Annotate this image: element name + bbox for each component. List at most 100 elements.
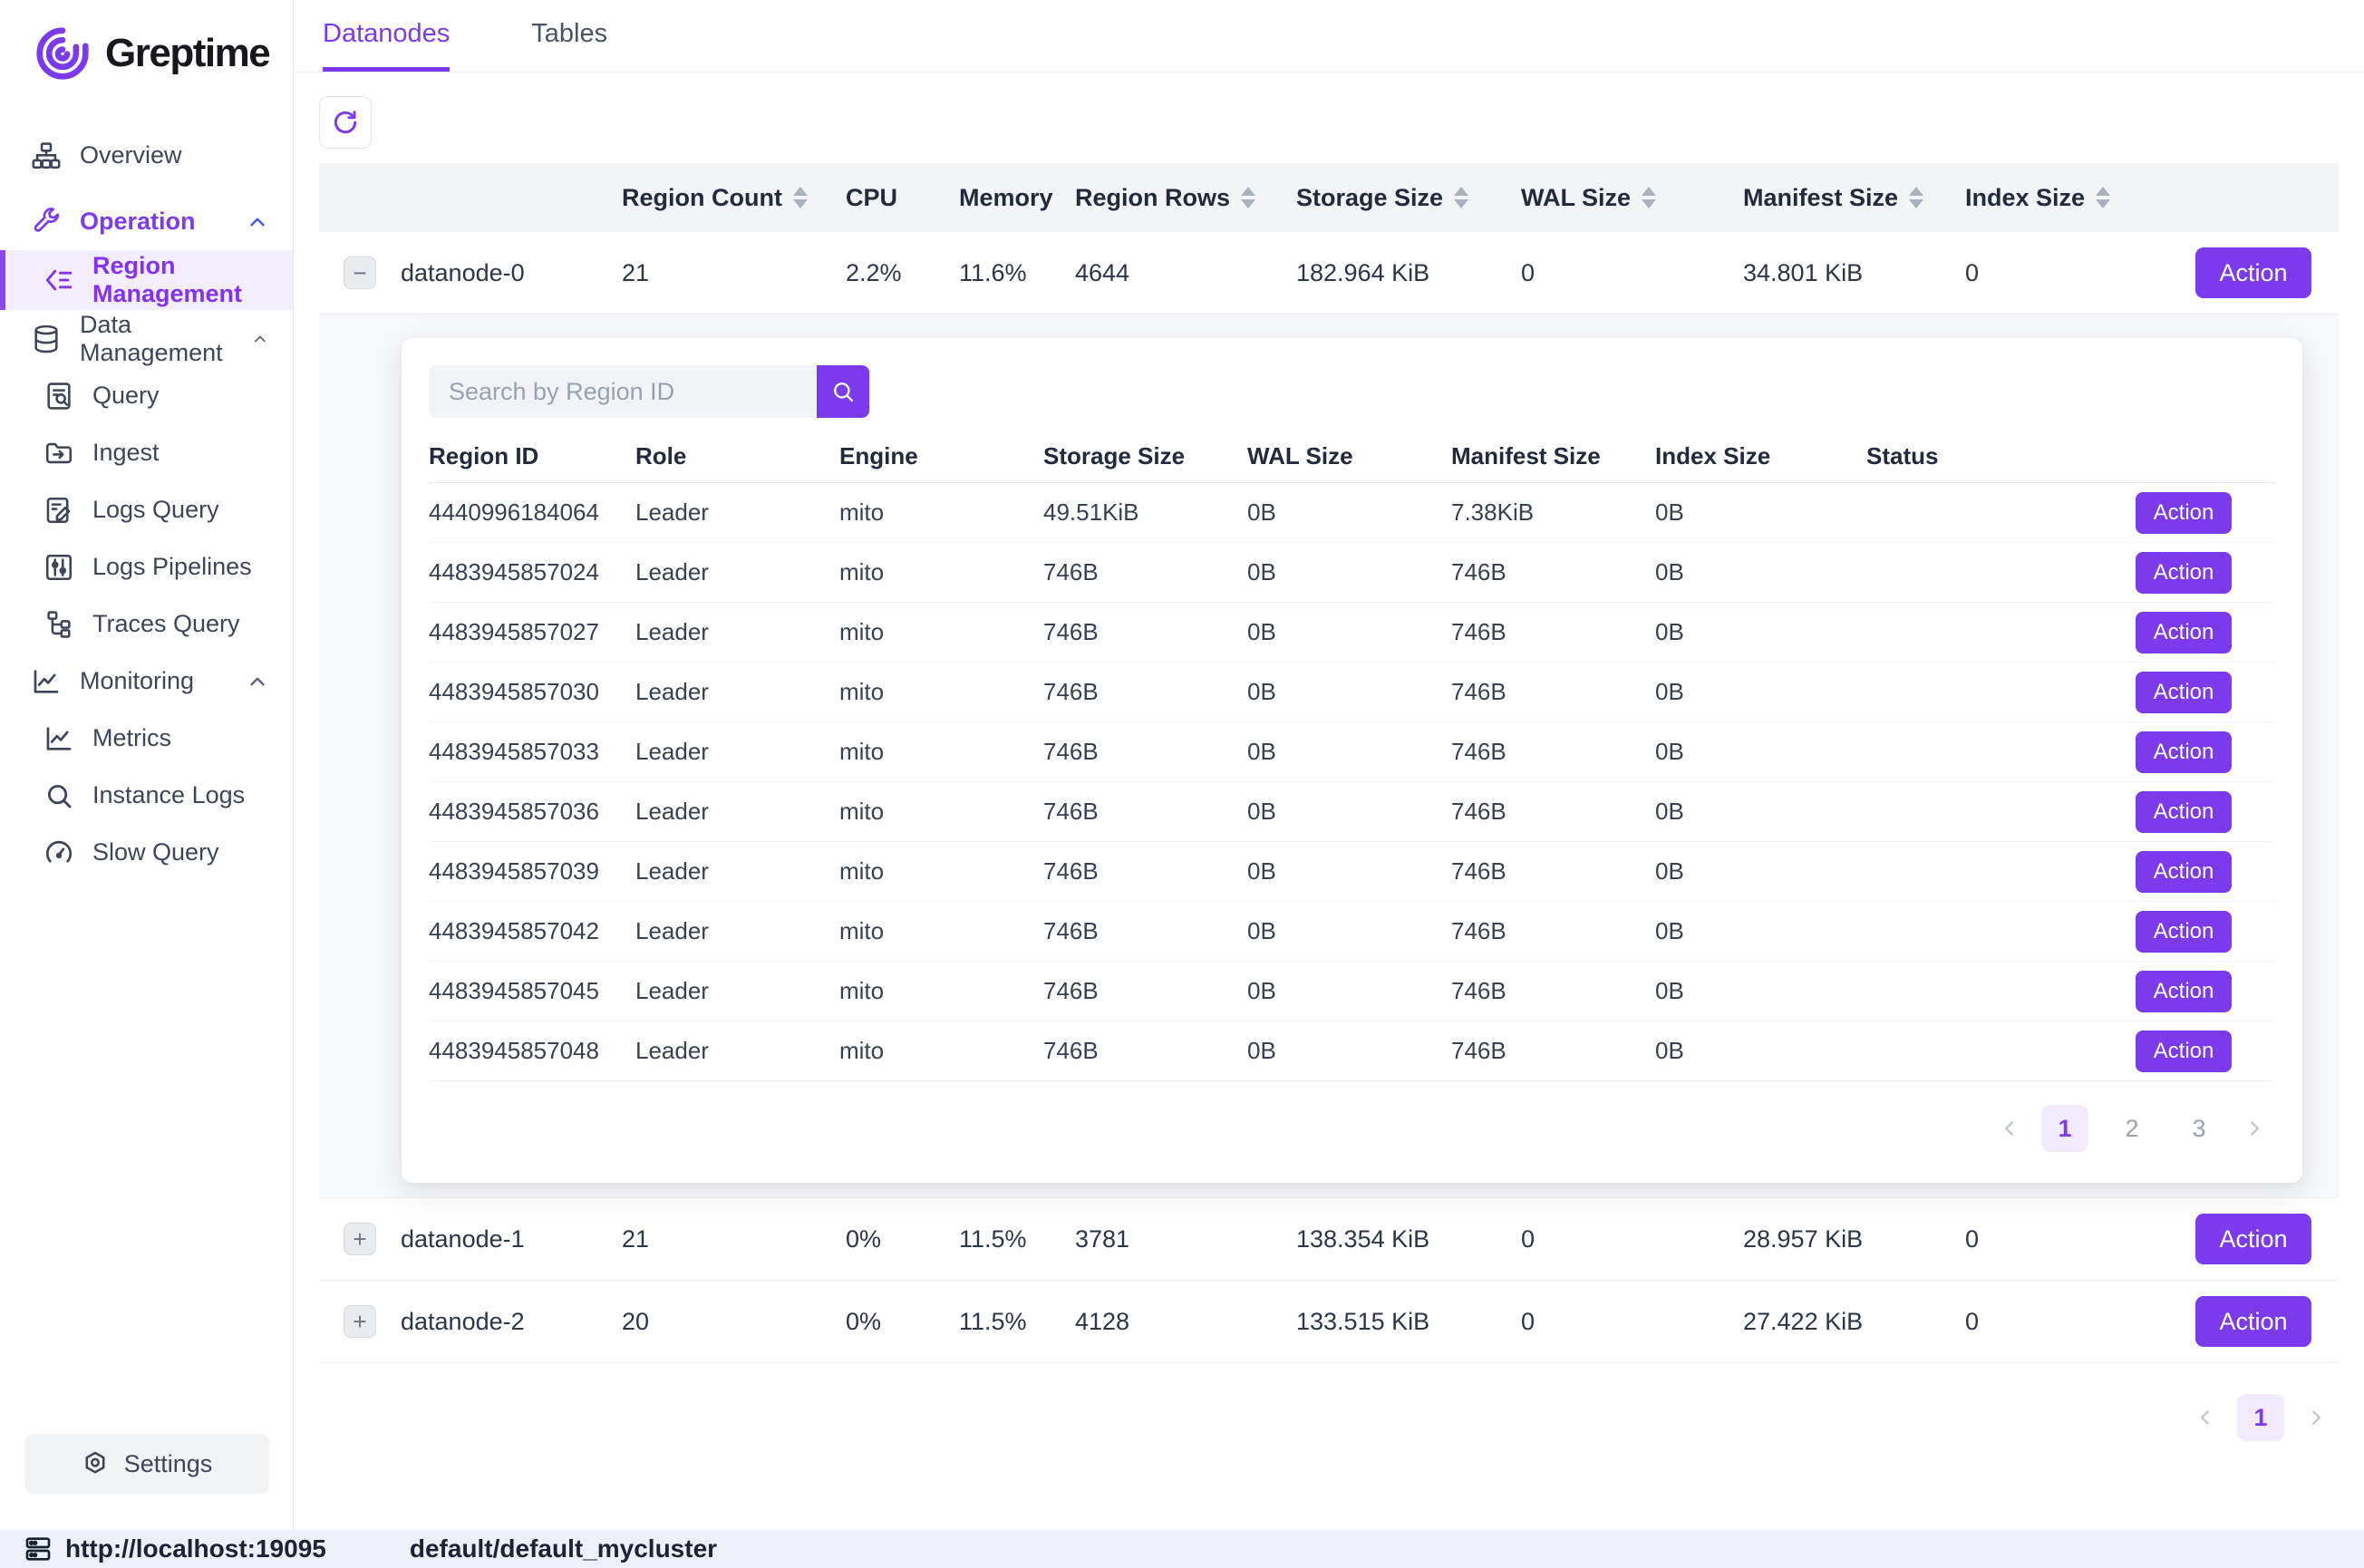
tabs-bar: Datanodes Tables bbox=[294, 0, 2364, 73]
ingest-icon bbox=[44, 438, 74, 469]
sort-icon[interactable] bbox=[1241, 187, 1255, 208]
tab-tables[interactable]: Tables bbox=[531, 0, 607, 72]
region-table-row: 4483945857024 Leader mito 746B 0B 746B 0… bbox=[429, 543, 2275, 603]
sort-icon[interactable] bbox=[1454, 187, 1468, 208]
cell-manifest-size: 746B bbox=[1451, 977, 1655, 1005]
action-button[interactable]: Action bbox=[2195, 1214, 2311, 1264]
cell-index-size: 0B bbox=[1655, 498, 1866, 527]
sidebar-item-region-management[interactable]: Region Management bbox=[0, 250, 293, 310]
expand-row-button[interactable]: + bbox=[344, 1305, 376, 1338]
region-action-button[interactable]: Action bbox=[2136, 612, 2232, 653]
sidebar-item-monitoring[interactable]: Monitoring bbox=[0, 653, 293, 710]
datanode-name: datanode-0 bbox=[401, 259, 622, 287]
datanode-name: datanode-2 bbox=[401, 1308, 622, 1336]
cell-engine: mito bbox=[839, 977, 1043, 1005]
region-action-button[interactable]: Action bbox=[2136, 672, 2232, 713]
cell-region-count: 21 bbox=[622, 259, 846, 287]
action-button[interactable]: Action bbox=[2195, 1296, 2311, 1347]
region-action-button[interactable]: Action bbox=[2136, 911, 2232, 953]
cell-region-id: 4483945857036 bbox=[429, 798, 635, 826]
sidebar-item-instance-logs[interactable]: Instance Logs bbox=[0, 767, 293, 824]
cell-storage-size: 746B bbox=[1043, 917, 1247, 945]
cell-cpu: 0% bbox=[846, 1308, 959, 1336]
col-region-rows: Region Rows bbox=[1075, 184, 1230, 212]
cell-index-size: 0B bbox=[1655, 917, 1866, 945]
query-icon bbox=[44, 381, 74, 411]
gear-icon bbox=[81, 1449, 110, 1478]
page-1[interactable]: 1 bbox=[2041, 1105, 2088, 1152]
sort-icon[interactable] bbox=[1642, 187, 1656, 208]
sidebar-item-label: Metrics bbox=[92, 724, 171, 752]
search-button[interactable] bbox=[817, 365, 869, 418]
sidebar-item-label: Data Management bbox=[80, 311, 233, 367]
sidebar-item-query[interactable]: Query bbox=[0, 367, 293, 424]
region-action-button[interactable]: Action bbox=[2136, 492, 2232, 534]
region-action-button[interactable]: Action bbox=[2136, 791, 2232, 833]
tab-datanodes[interactable]: Datanodes bbox=[323, 0, 450, 72]
sidebar-item-data-management[interactable]: Data Management bbox=[0, 310, 293, 367]
sort-icon[interactable] bbox=[793, 187, 808, 208]
cell-manifest-size: 746B bbox=[1451, 857, 1655, 886]
page-1[interactable]: 1 bbox=[2237, 1394, 2284, 1441]
chevron-up-icon[interactable] bbox=[251, 327, 269, 351]
region-action-button[interactable]: Action bbox=[2136, 851, 2232, 893]
sidebar-item-label: Instance Logs bbox=[92, 781, 245, 809]
sidebar-item-traces-query[interactable]: Traces Query bbox=[0, 595, 293, 653]
prev-page-icon[interactable] bbox=[1998, 1117, 2021, 1140]
sidebar-item-operation[interactable]: Operation bbox=[0, 193, 293, 250]
cell-role: Leader bbox=[635, 917, 839, 945]
cell-engine: mito bbox=[839, 738, 1043, 766]
collapse-row-button[interactable]: − bbox=[344, 256, 376, 289]
metrics-chart-icon bbox=[44, 723, 74, 754]
sidebar-item-logs-pipelines[interactable]: Logs Pipelines bbox=[0, 538, 293, 595]
cell-storage-size: 182.964 KiB bbox=[1296, 259, 1521, 287]
region-action-button[interactable]: Action bbox=[2136, 552, 2232, 594]
region-action-button[interactable]: Action bbox=[2136, 731, 2232, 773]
cell-region-rows: 3781 bbox=[1075, 1225, 1296, 1253]
region-table-row: 4483945857048 Leader mito 746B 0B 746B 0… bbox=[429, 1021, 2275, 1081]
col-status: Status bbox=[1866, 442, 2020, 470]
region-action-button[interactable]: Action bbox=[2136, 1031, 2232, 1072]
action-button[interactable]: Action bbox=[2195, 247, 2311, 298]
cell-region-count: 21 bbox=[622, 1225, 846, 1253]
region-table-row: 4483945857039 Leader mito 746B 0B 746B 0… bbox=[429, 842, 2275, 902]
region-search-input[interactable] bbox=[429, 365, 817, 418]
expand-row-button[interactable]: + bbox=[344, 1223, 376, 1255]
page-3[interactable]: 3 bbox=[2175, 1105, 2223, 1152]
cell-role: Leader bbox=[635, 1037, 839, 1065]
brand: Greptime bbox=[0, 0, 293, 83]
cell-wal-size: 0 bbox=[1521, 1225, 1743, 1253]
sort-icon[interactable] bbox=[2096, 187, 2110, 208]
page-2[interactable]: 2 bbox=[2108, 1105, 2156, 1152]
sort-icon[interactable] bbox=[1909, 187, 1923, 208]
prev-page-icon[interactable] bbox=[2194, 1406, 2217, 1429]
cell-index-size: 0B bbox=[1655, 977, 1866, 1005]
region-card: Region ID Role Engine Storage Size WAL S… bbox=[402, 338, 2302, 1183]
chevron-up-icon[interactable] bbox=[246, 670, 269, 693]
sidebar-item-overview[interactable]: Overview bbox=[0, 127, 293, 184]
cell-engine: mito bbox=[839, 678, 1043, 706]
cell-region-count: 20 bbox=[622, 1308, 846, 1336]
server-url[interactable]: http://localhost:19095 bbox=[65, 1534, 326, 1563]
brand-name: Greptime bbox=[105, 31, 269, 76]
sidebar-item-ingest[interactable]: Ingest bbox=[0, 424, 293, 481]
next-page-icon[interactable] bbox=[2304, 1406, 2328, 1429]
cell-manifest-size: 746B bbox=[1451, 1037, 1655, 1065]
cluster-name[interactable]: default/default_mycluster bbox=[410, 1534, 717, 1563]
col-manifest-size: Manifest Size bbox=[1743, 184, 1898, 212]
sidebar-item-logs-query[interactable]: Logs Query bbox=[0, 481, 293, 538]
sitemap-icon bbox=[31, 140, 62, 171]
chevron-up-icon[interactable] bbox=[246, 210, 269, 234]
cell-region-rows: 4128 bbox=[1075, 1308, 1296, 1336]
sidebar-item-metrics[interactable]: Metrics bbox=[0, 710, 293, 767]
next-page-icon[interactable] bbox=[2243, 1117, 2266, 1140]
status-bar: http://localhost:19095 default/default_m… bbox=[0, 1530, 2364, 1568]
col-memory: Memory bbox=[959, 184, 1053, 212]
sidebar-item-label: Ingest bbox=[92, 439, 160, 467]
refresh-button[interactable] bbox=[319, 96, 372, 149]
region-table-row: 4483945857045 Leader mito 746B 0B 746B 0… bbox=[429, 962, 2275, 1021]
region-action-button[interactable]: Action bbox=[2136, 971, 2232, 1012]
settings-button[interactable]: Settings bbox=[24, 1434, 269, 1494]
sidebar-item-slow-query[interactable]: Slow Query bbox=[0, 824, 293, 881]
cell-storage-size: 49.51KiB bbox=[1043, 498, 1247, 527]
